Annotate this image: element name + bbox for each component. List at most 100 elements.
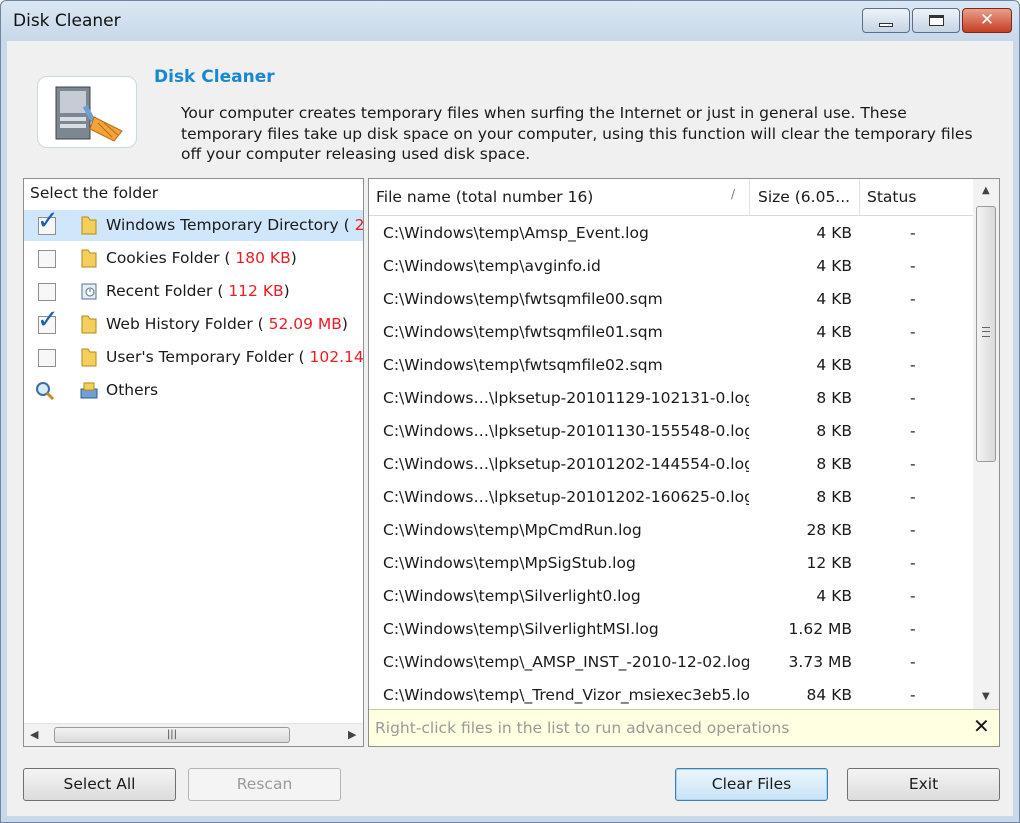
file-size-cell: 4 KB	[816, 356, 852, 374]
folder-label: Cookies Folder ( 180 KB)	[106, 249, 297, 267]
folder-icon	[81, 249, 97, 268]
scroll-right-icon[interactable]: ▶	[348, 728, 356, 741]
column-header-status[interactable]: Status	[860, 179, 973, 216]
folder-checkbox[interactable]	[38, 283, 56, 301]
file-status-cell: -	[910, 554, 916, 572]
table-row[interactable]: C:\Windows\temp\_AMSP_INST_-2010-12-02.l…	[369, 646, 973, 679]
folder-item-cookies[interactable]: Cookies Folder ( 180 KB)	[24, 243, 363, 274]
close-button[interactable]: ✕	[962, 8, 1012, 33]
folder-icon	[81, 315, 97, 334]
file-size-cell: 84 KB	[806, 686, 852, 704]
folder-item-others[interactable]: Others	[24, 375, 363, 406]
table-row[interactable]: C:\Windows\temp\Amsp_Event.log 4 KB -	[369, 217, 973, 250]
folder-checkbox[interactable]: ✓	[37, 210, 59, 235]
maximize-button[interactable]	[912, 8, 960, 33]
folder-panel: Select the folder ✓ Windows Temporary Di…	[23, 178, 364, 747]
file-name-cell: C:\Windows…\lpksetup-20101202-160625-0.l…	[383, 488, 749, 506]
file-status-cell: -	[910, 356, 916, 374]
file-name-cell: C:\Windows\temp\Amsp_Event.log	[383, 224, 649, 242]
rescan-button[interactable]: Rescan	[188, 768, 341, 801]
scroll-thumb[interactable]: |||	[54, 727, 290, 743]
disk-broom-icon	[37, 76, 137, 148]
file-status-cell: -	[910, 686, 916, 704]
scroll-down-icon[interactable]: ▼	[982, 691, 990, 702]
table-row[interactable]: C:\Windows\temp\MpSigStub.log 12 KB -	[369, 547, 973, 580]
folder-item-web-history[interactable]: ✓ Web History Folder ( 52.09 MB)	[24, 307, 363, 340]
file-size-cell: 4 KB	[816, 290, 852, 308]
file-name-cell: C:\Windows\temp\MpSigStub.log	[383, 554, 636, 572]
table-row[interactable]: C:\Windows\temp\fwtsqmfile01.sqm 4 KB -	[369, 316, 973, 349]
table-row[interactable]: C:\Windows…\lpksetup-20101129-102131-0.l…	[369, 382, 973, 415]
file-name-cell: C:\Windows…\lpksetup-20101130-155548-0.l…	[383, 422, 749, 440]
table-row[interactable]: C:\Windows…\lpksetup-20101202-160625-0.l…	[369, 481, 973, 514]
maximize-icon	[928, 15, 944, 26]
file-status-cell: -	[910, 257, 916, 275]
file-size-cell: 8 KB	[816, 389, 852, 407]
folder-tree: ✓ Windows Temporary Directory ( 23 Cooki…	[24, 210, 363, 710]
table-row[interactable]: C:\Windows\temp\Silverlight0.log 4 KB -	[369, 580, 973, 613]
file-name-cell: C:\Windows\temp\fwtsqmfile00.sqm	[383, 290, 663, 308]
file-size-cell: 8 KB	[816, 488, 852, 506]
client-area: Disk Cleaner Your computer creates tempo…	[7, 41, 1013, 816]
title-bar[interactable]: Disk Cleaner ✕	[1, 1, 1019, 41]
horizontal-scrollbar[interactable]: ◀ ||| ▶	[24, 723, 363, 746]
file-table-header: File name (total number 16) / Size (6.05…	[369, 179, 973, 216]
table-row[interactable]: C:\Windows…\lpksetup-20101130-155548-0.l…	[369, 415, 973, 448]
folder-label: Web History Folder ( 52.09 MB)	[106, 315, 348, 333]
table-row[interactable]: C:\Windows\temp\_Trend_Vizor_msiexec3eb5…	[369, 679, 973, 707]
recent-icon	[81, 283, 97, 300]
file-status-cell: -	[910, 290, 916, 308]
scroll-grip-icon	[982, 327, 990, 337]
folder-item-recent[interactable]: Recent Folder ( 112 KB)	[24, 276, 363, 307]
file-list: C:\Windows\temp\Amsp_Event.log 4 KB - C:\W…	[369, 217, 973, 707]
table-row[interactable]: C:\Windows\temp\fwtsqmfile02.sqm 4 KB -	[369, 349, 973, 382]
table-row[interactable]: C:\Windows\temp\MpCmdRun.log 28 KB -	[369, 514, 973, 547]
hint-text: Right-click files in the list to run adv…	[375, 719, 790, 737]
scroll-left-icon[interactable]: ◀	[30, 728, 38, 741]
vertical-scrollbar[interactable]: ▲ ▼	[973, 179, 999, 709]
checkmark-icon: ✓	[37, 210, 59, 236]
clear-files-button[interactable]: Clear Files	[675, 768, 828, 801]
table-row[interactable]: C:\Windows\temp\fwtsqmfile00.sqm 4 KB -	[369, 283, 973, 316]
minimize-button[interactable]	[862, 8, 910, 33]
minimize-icon	[879, 22, 893, 27]
hint-close-icon[interactable]: ✕	[973, 714, 990, 738]
file-size-cell: 1.62 MB	[788, 620, 852, 638]
file-name-cell: C:\Windows\temp\avginfo.id	[383, 257, 601, 275]
file-name-cell: C:\Windows\temp\MpCmdRun.log	[383, 521, 642, 539]
file-size-cell: 4 KB	[816, 323, 852, 341]
file-name-cell: C:\Windows…\lpksetup-20101202-144554-0.l…	[383, 455, 749, 473]
file-name-cell: C:\Windows\temp\fwtsqmfile01.sqm	[383, 323, 663, 341]
file-size-cell: 3.73 MB	[788, 653, 852, 671]
file-status-cell: -	[910, 389, 916, 407]
table-row[interactable]: C:\Windows\temp\SilverlightMSI.log 1.62 M…	[369, 613, 973, 646]
scroll-thumb[interactable]	[976, 206, 996, 462]
folder-checkbox[interactable]: ✓	[37, 307, 59, 334]
column-header-size[interactable]: Size (6.05...	[750, 179, 860, 216]
folder-item-user-temp[interactable]: User's Temporary Folder ( 102.14	[24, 342, 363, 373]
table-row[interactable]: C:\Windows…\lpksetup-20101202-144554-0.l…	[369, 448, 973, 481]
column-header-file-name[interactable]: File name (total number 16)	[369, 179, 750, 216]
folder-icon	[81, 216, 97, 235]
table-row[interactable]: C:\Windows\temp\avginfo.id 4 KB -	[369, 250, 973, 283]
file-name-cell: C:\Windows\temp\Silverlight0.log	[383, 587, 641, 605]
magnifier-icon[interactable]	[34, 380, 56, 402]
window-title: Disk Cleaner	[13, 11, 121, 31]
header-description: Your computer creates temporary files wh…	[181, 104, 973, 163]
close-icon: ✕	[979, 10, 995, 30]
scroll-up-icon[interactable]: ▲	[982, 185, 990, 196]
file-status-cell: -	[910, 323, 916, 341]
file-size-cell: 12 KB	[806, 554, 852, 572]
file-size-cell: 4 KB	[816, 224, 852, 242]
exit-button[interactable]: Exit	[847, 768, 1000, 801]
file-status-cell: -	[910, 587, 916, 605]
folder-checkbox[interactable]	[38, 250, 56, 268]
folder-item-windows-temp[interactable]: ✓ Windows Temporary Directory ( 23	[24, 210, 363, 241]
folder-icon	[81, 348, 97, 367]
file-status-cell: -	[910, 224, 916, 242]
file-size-cell: 28 KB	[806, 521, 852, 539]
file-status-cell: -	[910, 653, 916, 671]
folder-checkbox[interactable]	[38, 349, 56, 367]
file-status-cell: -	[910, 521, 916, 539]
select-all-button[interactable]: Select All	[23, 768, 176, 801]
